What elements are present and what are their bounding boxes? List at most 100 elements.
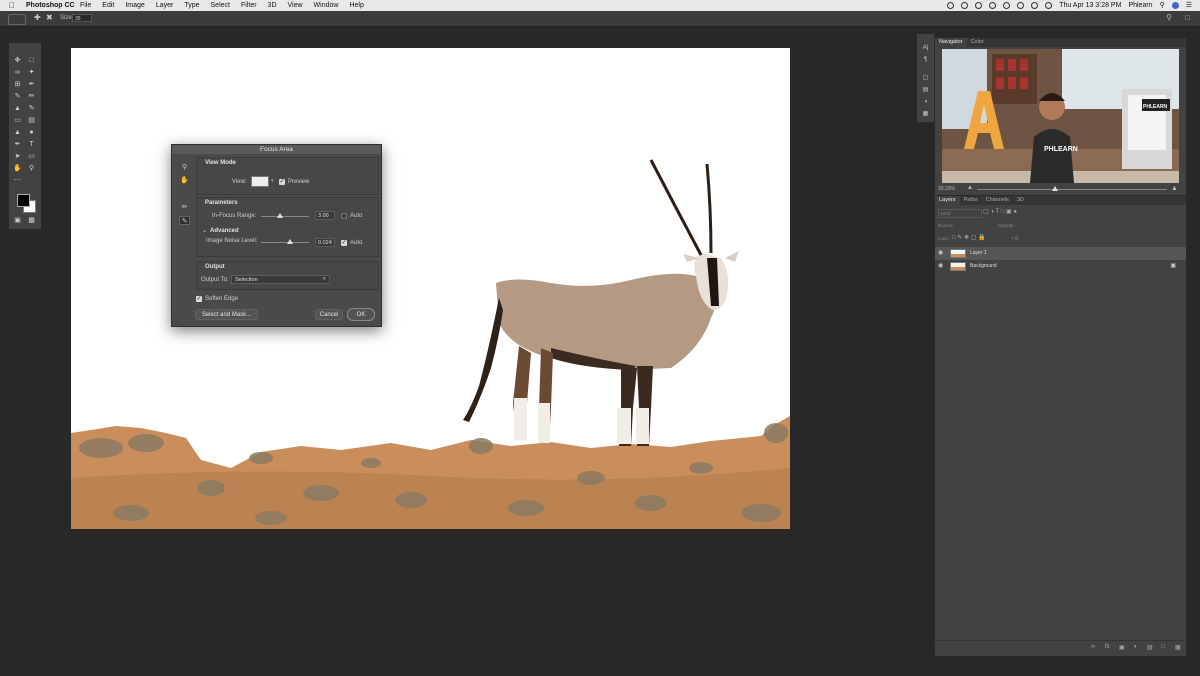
tab-color[interactable]: Color: [967, 38, 988, 47]
menu-help[interactable]: Help: [349, 0, 363, 11]
hand-tool-icon[interactable]: ✋: [179, 176, 190, 185]
layer-row-background[interactable]: ◉ Background ▣: [935, 260, 1186, 273]
cancel-button[interactable]: Cancel: [315, 309, 343, 320]
new-group-icon[interactable]: ▤: [1147, 644, 1153, 651]
delete-layer-icon[interactable]: ▦: [1175, 644, 1181, 651]
search-icon[interactable]: ⚲: [1166, 13, 1172, 22]
menu-image[interactable]: Image: [125, 0, 144, 11]
advanced-chevron-icon[interactable]: ⌄: [202, 227, 207, 234]
volume-icon[interactable]: [1031, 2, 1039, 9]
menu-file[interactable]: File: [80, 0, 91, 11]
notification-center-icon[interactable]: ☰: [1186, 0, 1192, 11]
move-tool-icon[interactable]: ✥: [13, 57, 22, 65]
app-menu[interactable]: Photoshop CC: [26, 0, 75, 11]
menu-edit[interactable]: Edit: [102, 0, 114, 11]
in-focus-auto-checkbox[interactable]: [341, 213, 347, 219]
lasso-tool-icon[interactable]: ∞: [13, 69, 22, 77]
properties-panel-icon[interactable]: ▤: [921, 86, 930, 94]
adjustment-layer-icon[interactable]: ◑: [1133, 644, 1137, 650]
image-noise-level-slider[interactable]: [261, 242, 309, 243]
layer-filter-kind[interactable]: Kind: [938, 209, 982, 218]
layer-name[interactable]: Background: [970, 260, 997, 273]
quick-mask-icon[interactable]: ▣: [13, 217, 22, 225]
advanced-label[interactable]: Advanced: [210, 228, 239, 234]
focus-area-add-tool-icon[interactable]: ✏: [179, 203, 190, 212]
image-noise-level-slider-thumb[interactable]: [287, 239, 293, 244]
menu-filter[interactable]: Filter: [241, 0, 257, 11]
user-name[interactable]: Phlearn: [1128, 0, 1152, 11]
menu-select[interactable]: Select: [211, 0, 230, 11]
eyedropper-tool-icon[interactable]: ✒: [27, 81, 36, 89]
menu-type[interactable]: Type: [184, 0, 199, 11]
in-focus-range-slider[interactable]: [261, 216, 309, 217]
apple-icon[interactable]: : [9, 0, 15, 11]
clone-stamp-tool-icon[interactable]: ▲: [13, 105, 22, 113]
tab-layers[interactable]: Layers: [935, 196, 960, 205]
character-panel-icon[interactable]: A|: [921, 44, 930, 52]
hand-tool-icon[interactable]: ✋: [13, 165, 22, 173]
wifi-icon[interactable]: [1017, 2, 1025, 9]
zoom-out-icon[interactable]: ▲: [967, 185, 973, 191]
menu-view[interactable]: View: [288, 0, 303, 11]
layer-filter-icons[interactable]: ▢ ◑ T □ ▣ ●: [983, 209, 1017, 216]
menu-layer[interactable]: Layer: [156, 0, 174, 11]
ok-button[interactable]: OK: [347, 308, 375, 321]
navigator-preview[interactable]: PHLEARN PHLEARN: [942, 49, 1179, 183]
status-icon[interactable]: [1003, 2, 1011, 9]
brush-tool-icon[interactable]: ✏: [27, 93, 36, 101]
type-tool-icon[interactable]: T: [27, 141, 36, 149]
focus-area-subtract-tool-icon[interactable]: ✎: [179, 216, 190, 225]
screen-mode-icon[interactable]: ▩: [27, 217, 36, 225]
foreground-color-swatch[interactable]: [17, 194, 30, 207]
visibility-eye-icon[interactable]: ◉: [938, 247, 946, 260]
add-selection-brush-icon[interactable]: ✚: [34, 13, 41, 22]
navigator-zoom-slider[interactable]: [977, 189, 1167, 190]
subtract-selection-brush-icon[interactable]: ✖: [46, 13, 53, 22]
soften-edge-checkbox[interactable]: ✓: [196, 296, 202, 302]
output-to-select[interactable]: Selection: [231, 275, 330, 284]
dodge-tool-icon[interactable]: ●: [27, 129, 36, 137]
pen-tool-icon[interactable]: ✒: [13, 141, 22, 149]
tab-channels[interactable]: Channels: [982, 196, 1013, 205]
history-panel-icon[interactable]: ▢: [921, 74, 930, 82]
history-brush-tool-icon[interactable]: ✎: [27, 105, 36, 113]
eraser-tool-icon[interactable]: ▭: [13, 117, 22, 125]
layer-name[interactable]: Layer 1: [970, 247, 987, 260]
layer-row-layer-1[interactable]: ◉ Layer 1: [935, 247, 1186, 260]
noise-auto-checkbox[interactable]: ✓: [341, 240, 347, 246]
tab-navigator[interactable]: Navigator: [935, 38, 967, 47]
size-input[interactable]: 35: [72, 14, 92, 22]
link-layers-icon[interactable]: ∞: [1091, 644, 1095, 650]
zoom-in-icon[interactable]: ▲: [1171, 185, 1178, 192]
siri-icon[interactable]: [1171, 2, 1179, 9]
status-icon[interactable]: [947, 2, 955, 9]
status-icon[interactable]: [975, 2, 983, 9]
dialog-title[interactable]: Focus Area: [172, 145, 381, 154]
crop-tool-icon[interactable]: ⊞: [13, 81, 22, 89]
status-icon[interactable]: [989, 2, 997, 9]
rectangle-tool-icon[interactable]: ▭: [27, 153, 36, 161]
new-layer-icon[interactable]: □: [1161, 644, 1165, 650]
paragraph-panel-icon[interactable]: ¶: [921, 56, 930, 64]
battery-icon[interactable]: [1045, 2, 1053, 9]
navigator-zoom-thumb[interactable]: [1052, 186, 1058, 191]
in-focus-range-input[interactable]: 3.00: [315, 211, 335, 220]
add-mask-icon[interactable]: ▣: [1119, 644, 1125, 651]
blend-mode-select[interactable]: Normal: [938, 222, 988, 229]
status-icon[interactable]: [961, 2, 969, 9]
blur-tool-icon[interactable]: ▲: [13, 129, 22, 137]
preview-checkbox[interactable]: ✓: [279, 179, 285, 185]
gradient-tool-icon[interactable]: ▤: [27, 117, 36, 125]
healing-brush-tool-icon[interactable]: ✎: [13, 93, 22, 101]
image-noise-level-input[interactable]: 0.024: [315, 238, 335, 247]
menu-window[interactable]: Window: [314, 0, 339, 11]
output-to-dropdown-icon[interactable]: ▾: [323, 276, 326, 282]
path-selection-tool-icon[interactable]: ➤: [13, 153, 22, 161]
visibility-eye-icon[interactable]: ◉: [938, 260, 946, 273]
menu-3d[interactable]: 3D: [268, 0, 277, 11]
workspace-icon[interactable]: □: [1185, 13, 1190, 22]
spotlight-icon[interactable]: ⚲: [1160, 0, 1165, 11]
lock-options-icons[interactable]: □ ✎ ✥ ▢ 🔒: [952, 235, 986, 242]
tab-3d[interactable]: 3D: [1013, 196, 1028, 205]
zoom-tool-icon[interactable]: ⚲: [179, 163, 190, 172]
